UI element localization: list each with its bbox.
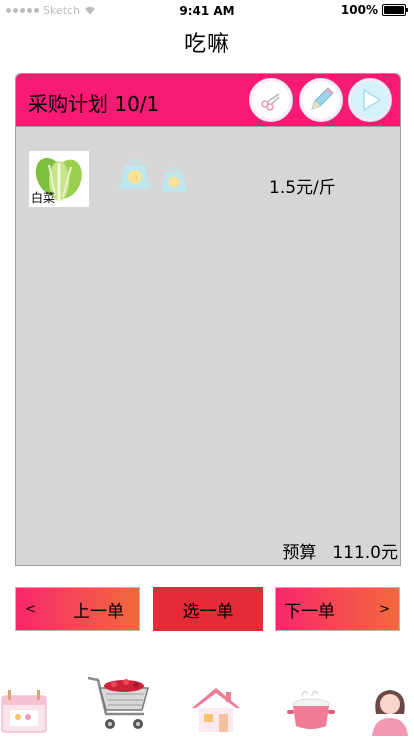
- tab-calendar[interactable]: [0, 684, 48, 738]
- edit-button[interactable]: [299, 78, 343, 122]
- app-title: 吃嘛: [183, 32, 230, 57]
- play-icon: [363, 88, 382, 112]
- item-price: 1.5元/斤: [269, 178, 336, 198]
- status-bar: Sketch 9:41 AM 100%: [0, 0, 414, 22]
- battery-area: 100%: [340, 3, 408, 17]
- svg-text::): :): [132, 174, 137, 182]
- select-order-button[interactable]: 选一单: [153, 587, 263, 631]
- tab-cart[interactable]: [86, 672, 152, 738]
- scissors-button[interactable]: [249, 78, 293, 122]
- tab-home[interactable]: [190, 686, 242, 738]
- chevron-left-icon: <: [25, 601, 36, 617]
- select-order-label: 选一单: [182, 601, 234, 622]
- cooking-pot-icon: [287, 690, 335, 729]
- battery-label: 100%: [340, 3, 378, 17]
- budget-value: 111.0元: [332, 543, 398, 563]
- pencil-icon: [311, 87, 334, 110]
- budget-label: 预算: [282, 543, 317, 563]
- shopping-cart-icon: [87, 676, 149, 729]
- battery-icon: [382, 4, 408, 16]
- plan-title: 采购计划 10/1: [28, 92, 160, 116]
- house-icon: [192, 688, 240, 732]
- calendar-icon: [1, 690, 47, 733]
- next-order-button[interactable]: 下一单 >: [275, 587, 400, 631]
- weight-large-icon[interactable]: :): [117, 157, 153, 191]
- tab-profile[interactable]: [366, 684, 414, 740]
- play-button[interactable]: [348, 78, 392, 122]
- item-thumbnail[interactable]: 白菜: [29, 151, 89, 207]
- tab-cook[interactable]: [284, 686, 338, 740]
- scissors-icon: [261, 93, 280, 111]
- panel-header: 采购计划 10/1: [16, 74, 400, 127]
- item-name: 白菜: [31, 191, 56, 205]
- weight-small-icon[interactable]: [160, 166, 188, 194]
- previous-order-button[interactable]: < 上一单: [15, 587, 140, 631]
- next-order-label: 下一单: [284, 601, 335, 622]
- person-icon: [372, 690, 408, 736]
- budget: 预算 111.0元: [282, 538, 398, 563]
- chevron-right-icon: >: [379, 601, 390, 617]
- purchase-plan-panel: 采购计划 10/1 白菜:) 1.5元/斤 预算 111.0元: [15, 73, 401, 566]
- previous-order-label: 上一单: [73, 601, 124, 622]
